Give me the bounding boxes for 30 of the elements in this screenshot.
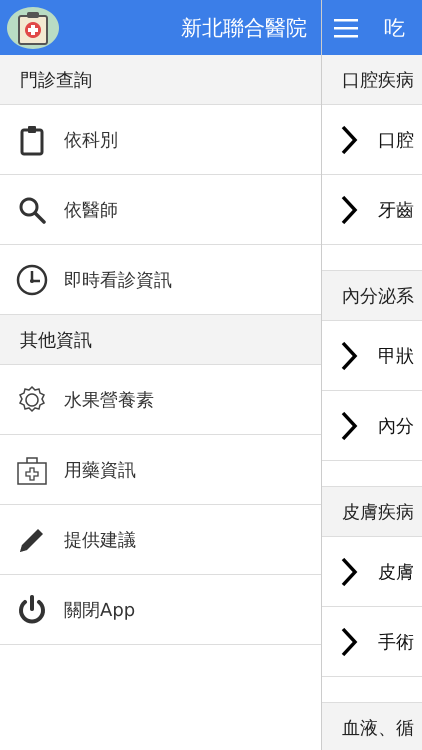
list-item[interactable]: 皮膚 <box>322 537 422 607</box>
section-header: 口腔疾病 <box>322 55 422 105</box>
page-title: 吃 <box>384 14 405 42</box>
list-item[interactable]: 甲狀 <box>322 321 422 391</box>
chevron-icon <box>340 124 358 156</box>
menu-item[interactable]: 水果營養素 <box>0 365 321 435</box>
section-header: 血液、循 <box>322 703 422 750</box>
list-item[interactable]: 口腔 <box>322 105 422 175</box>
section-header: 內分泌系 <box>322 271 422 321</box>
menu-item[interactable]: 提供建議 <box>0 505 321 575</box>
list-item[interactable]: 手術 <box>322 607 422 677</box>
chevron-icon <box>340 340 358 372</box>
menu-item[interactable]: 用藥資訊 <box>0 435 321 505</box>
app-title: 新北聯合醫院 <box>181 14 307 42</box>
section-header: 皮膚疾病 <box>322 487 422 537</box>
logo-icon <box>6 6 60 50</box>
chevron-icon <box>340 194 358 226</box>
power-icon <box>16 594 48 626</box>
list-item[interactable]: 內分 <box>322 391 422 461</box>
list-item[interactable]: 牙齒 <box>322 175 422 245</box>
chevron-icon <box>340 626 358 658</box>
menu-item[interactable]: 依醫師 <box>0 175 321 245</box>
menu-icon[interactable] <box>334 18 358 38</box>
chevron-icon <box>340 556 358 588</box>
clock-icon <box>16 264 48 296</box>
menu-item[interactable]: 關閉App <box>0 575 321 645</box>
chevron-icon <box>340 410 358 442</box>
section-header: 門診查詢 <box>0 55 321 105</box>
menu-item[interactable]: 依科別 <box>0 105 321 175</box>
section-header: 其他資訊 <box>0 315 321 365</box>
